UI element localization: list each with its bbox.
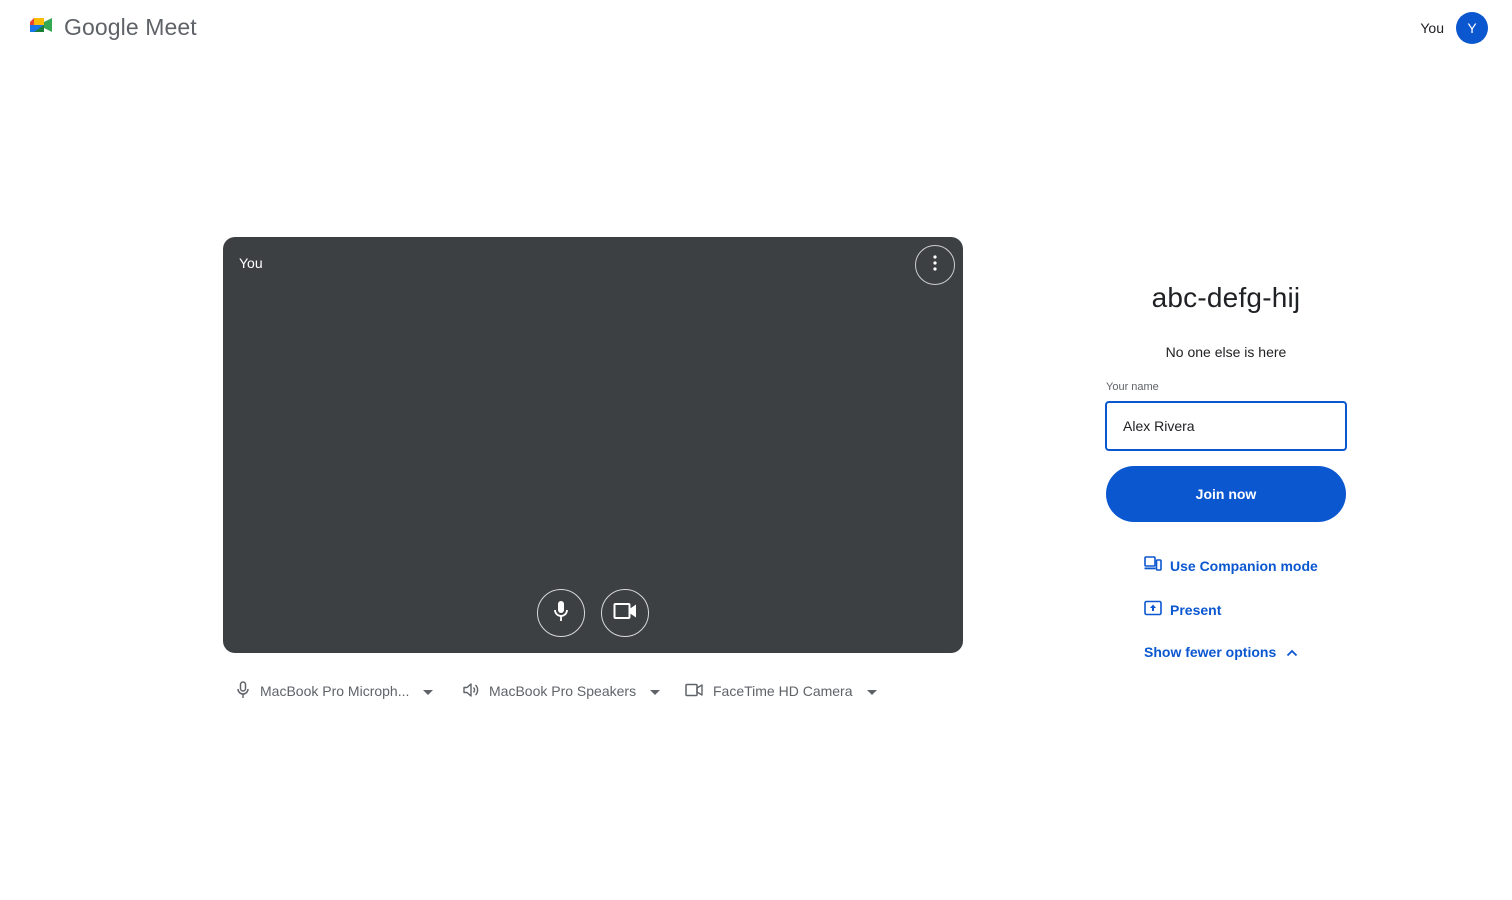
companion-mode-label: Use Companion mode bbox=[1170, 557, 1318, 574]
companion-devices-icon bbox=[1144, 556, 1162, 575]
show-fewer-options-link[interactable]: Show fewer options bbox=[1144, 644, 1298, 660]
speaker-select[interactable]: MacBook Pro Speakers bbox=[463, 680, 661, 702]
google-meet-logo-icon[interactable] bbox=[30, 18, 52, 38]
video-preview: You bbox=[223, 237, 963, 653]
more-vert-icon bbox=[933, 254, 937, 276]
show-fewer-options-label: Show fewer options bbox=[1144, 644, 1277, 660]
videocam-icon bbox=[613, 602, 637, 625]
meeting-code: abc-defg-hij bbox=[1151, 282, 1301, 313]
join-now-button[interactable]: Join now bbox=[1106, 466, 1346, 522]
your-name-input[interactable] bbox=[1105, 401, 1347, 451]
caret-down-icon bbox=[423, 683, 434, 699]
self-view-label: You bbox=[239, 255, 263, 271]
account-name: You bbox=[1420, 20, 1444, 36]
speaker-select-label: MacBook Pro Speakers bbox=[489, 683, 637, 699]
toggle-camera-button[interactable] bbox=[601, 589, 649, 637]
present-label: Present bbox=[1170, 601, 1222, 618]
your-name-label: Your name bbox=[1106, 381, 1159, 393]
brand-name: Google Meet bbox=[64, 14, 197, 40]
present-to-all-icon bbox=[1144, 600, 1162, 619]
videocam-icon bbox=[685, 683, 703, 700]
avatar[interactable]: Y bbox=[1456, 12, 1488, 44]
microphone-icon bbox=[236, 680, 250, 702]
present-link[interactable]: Present bbox=[1144, 600, 1221, 619]
more-options-button[interactable] bbox=[915, 245, 955, 285]
caret-down-icon bbox=[650, 683, 661, 699]
meeting-status: No one else is here bbox=[1165, 344, 1287, 360]
chevron-up-icon bbox=[1286, 644, 1298, 660]
microphone-icon bbox=[553, 600, 569, 627]
speaker-icon bbox=[463, 682, 479, 701]
microphone-select-label: MacBook Pro Microph... bbox=[260, 683, 410, 699]
camera-select[interactable]: FaceTime HD Camera bbox=[685, 680, 877, 702]
top-bar: Google Meet You Y bbox=[0, 0, 1512, 56]
microphone-select[interactable]: MacBook Pro Microph... bbox=[236, 680, 434, 702]
caret-down-icon bbox=[866, 683, 877, 699]
companion-mode-link[interactable]: Use Companion mode bbox=[1144, 556, 1318, 575]
camera-select-label: FaceTime HD Camera bbox=[713, 683, 853, 699]
toggle-microphone-button[interactable] bbox=[537, 589, 585, 637]
